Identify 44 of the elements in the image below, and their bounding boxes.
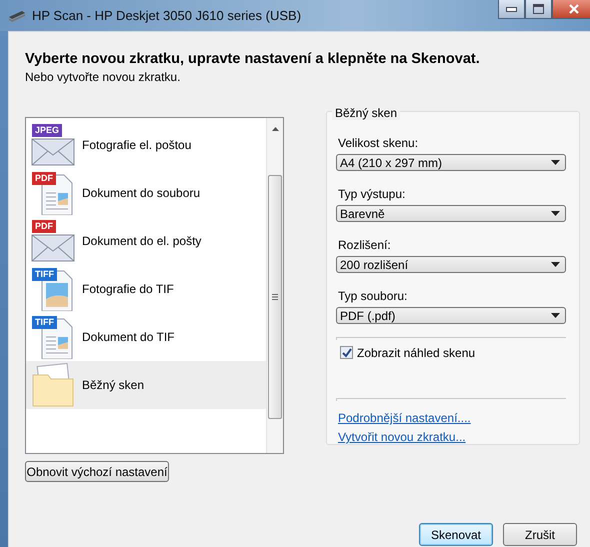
reset-button[interactable]: Obnovit výchozí nastavení — [25, 461, 169, 482]
scroll-thumb[interactable] — [268, 175, 282, 419]
format-badge: PDF — [32, 220, 56, 233]
scroll-up-icon[interactable] — [272, 127, 278, 131]
scanner-icon — [8, 8, 26, 22]
subheading: Nebo vytvořte novou zkratku. — [25, 70, 182, 84]
format-badge: TIFF — [32, 268, 57, 281]
cancel-button[interactable]: Zrušit — [503, 523, 577, 546]
close-icon — [569, 4, 579, 14]
field-label: Rozlišení: — [338, 238, 392, 252]
dropdown-arrow-icon — [551, 262, 560, 268]
shortcut-item[interactable]: TIFF Fotografie do TIF — [26, 265, 266, 313]
field-label: Velikost skenu: — [338, 136, 420, 150]
link[interactable]: Vytvořit novou zkratku... — [338, 430, 466, 444]
dropdown[interactable]: 200 rozlišení — [336, 256, 566, 274]
group-title: Běžný sken — [332, 106, 400, 120]
dropdown-arrow-icon — [551, 211, 560, 216]
dropdown[interactable]: A4 (210 x 297 mm) — [336, 154, 566, 172]
shortcut-item[interactable]: Běžný sken — [26, 361, 266, 409]
heading: Vyberte novou zkratku, upravte nastavení a klepněte na Skenovat. — [25, 51, 481, 67]
scrollbar[interactable] — [266, 118, 283, 453]
scan-button[interactable]: Skenovat — [419, 523, 493, 546]
format-badge: JPEG — [32, 124, 62, 137]
dropdown[interactable]: PDF (.pdf) — [336, 307, 566, 324]
minimize-button[interactable] — [498, 0, 525, 19]
close-button[interactable] — [552, 0, 590, 19]
dropdown-arrow-icon — [551, 313, 560, 318]
preview-checkbox[interactable]: Zobrazit náhled skenu — [340, 346, 566, 360]
format-badge: TIFF — [32, 316, 57, 329]
window-title: HP Scan - HP Deskjet 3050 J610 series (USB) — [32, 8, 302, 23]
field-label: Typ výstupu: — [338, 187, 406, 202]
shortcut-item[interactable]: JPEG Fotografie el. poštou — [26, 121, 266, 169]
field-label: Typ souboru: — [338, 289, 408, 304]
dropdown[interactable]: Barevně — [336, 205, 566, 222]
shortcut-item[interactable]: PDF Dokument do souboru — [26, 169, 266, 217]
format-badge: PDF — [32, 172, 56, 185]
link[interactable]: Podrobnější nastavení.... — [338, 410, 471, 425]
grip-icon — [272, 294, 278, 300]
shortcut-item[interactable]: TIFF Dokument do TIF — [26, 313, 266, 361]
shortcut-item[interactable]: PDF Dokument do el. pošty — [26, 217, 266, 265]
dropdown-arrow-icon — [551, 160, 560, 166]
checkbox[interactable] — [340, 346, 353, 360]
maximize-button[interactable] — [525, 0, 552, 19]
folder-icon — [30, 363, 76, 407]
